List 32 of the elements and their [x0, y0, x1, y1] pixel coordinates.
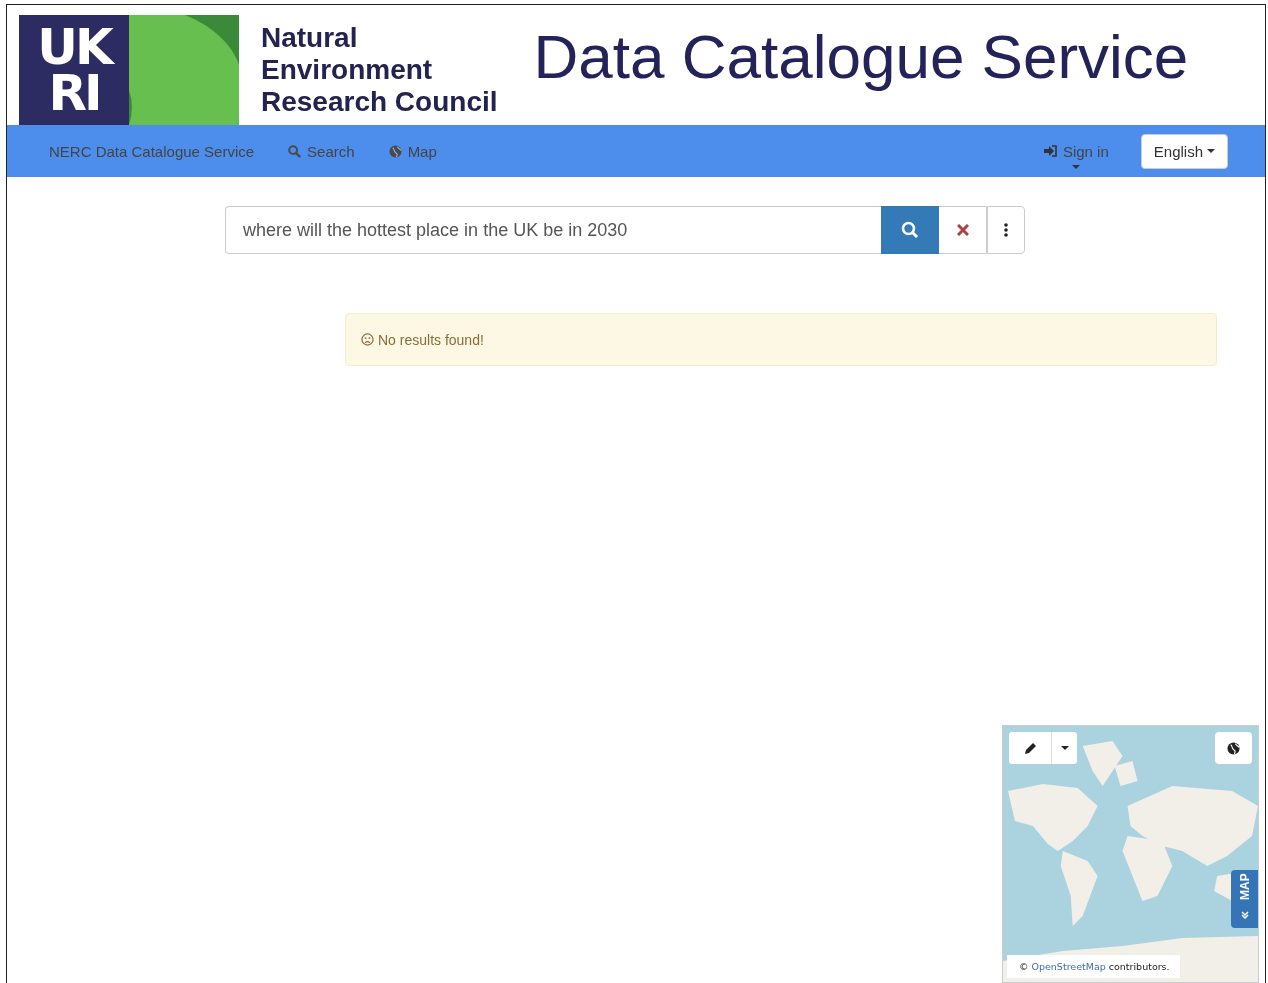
- caret-icon: [1071, 164, 1080, 169]
- clear-button[interactable]: [939, 206, 987, 254]
- nav-link[interactable]: Map: [388, 142, 437, 160]
- globe-icon: [388, 144, 402, 158]
- caret-icon: [1207, 149, 1215, 153]
- brand-link[interactable]: NERC Data Catalogue Service: [49, 142, 255, 160]
- search-field[interactable]: where will the hottest place in the UK be in 2030: [225, 206, 881, 254]
- sign-in-icon: [1043, 145, 1057, 157]
- caret-icon: [1060, 746, 1069, 750]
- search-icon: [288, 144, 302, 158]
- council-name-line: Research Council: [261, 86, 498, 118]
- alert-message: No results found!: [378, 331, 484, 348]
- close-icon: [956, 224, 969, 236]
- search-icon: [900, 221, 919, 239]
- sign-in-link[interactable]: Sign in: [1043, 142, 1109, 160]
- chevron-down-icon: [1241, 911, 1249, 919]
- pencil-icon: [1023, 741, 1037, 755]
- draw-dropdown[interactable]: [1051, 732, 1077, 764]
- map-attribution: © OpenStreetMap contributors.: [1007, 955, 1180, 978]
- council-name-line: Environment: [261, 54, 434, 86]
- map-toggle-tab[interactable]: MAP: [1231, 870, 1258, 928]
- nav-link[interactable]: Search: [288, 142, 355, 160]
- search-button[interactable]: [881, 206, 939, 254]
- openstreetmap-link[interactable]: OpenStreetMap: [1031, 961, 1106, 972]
- ukri-logo: UK RI: [19, 15, 239, 125]
- site-title: Data Catalogue Service: [533, 21, 1189, 93]
- globe-button[interactable]: [1215, 732, 1252, 764]
- globe-icon: [1227, 741, 1240, 755]
- council-name-line: Natural: [261, 22, 359, 54]
- more-icon: [1004, 223, 1008, 237]
- sad-face-icon: [361, 333, 374, 346]
- language-dropdown[interactable]: English: [1140, 133, 1228, 169]
